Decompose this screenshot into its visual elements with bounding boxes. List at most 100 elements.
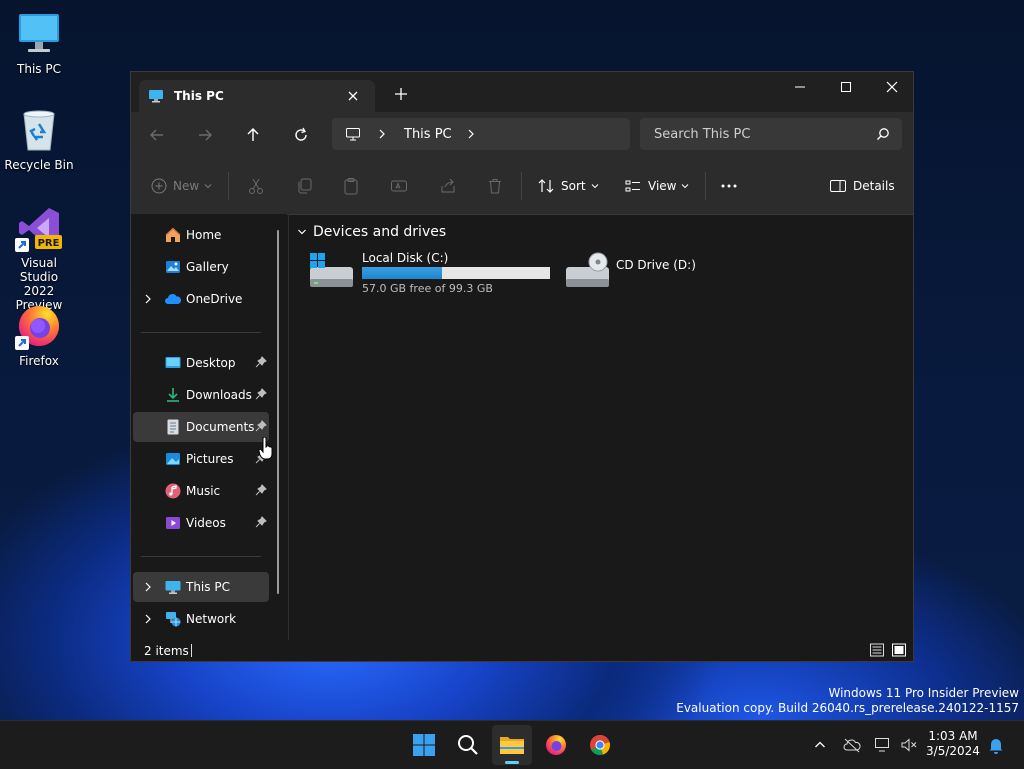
expand-chevron-icon[interactable] [143,581,153,593]
monitor-icon [15,10,63,58]
drive-c-usage-fill [362,267,443,279]
drive-c-name: Local Disk (C:) [362,251,449,265]
taskbar-file-explorer[interactable] [492,725,532,765]
tab-this-pc[interactable]: This PC [139,80,375,112]
sidebar-item-videos[interactable]: Videos [133,508,269,538]
network-tray-button[interactable] [873,735,893,755]
watermark-line2: Evaluation copy. Build 26040.rs_prerelea… [676,701,1019,715]
back-button[interactable] [147,125,167,145]
details-button[interactable]: Details [829,176,895,196]
cut-button[interactable] [247,176,265,196]
breadcrumb-this-pc[interactable]: This PC [404,127,452,142]
sidebar-item-onedrive[interactable]: OneDrive [133,284,269,314]
navigation-bar: This PC [131,112,913,158]
pin-icon[interactable] [255,484,267,496]
sidebar-item-pictures[interactable]: Pictures [133,444,269,474]
network-icon [164,610,182,628]
expand-chevron-icon[interactable] [143,293,153,305]
desktop-icon-this-pc[interactable]: This PC [1,10,77,76]
rename-button[interactable] [390,176,408,196]
sidebar-item-this-pc[interactable]: This PC [133,572,269,602]
rename-icon [391,180,407,192]
sidebar-item-documents[interactable]: Documents [133,412,269,442]
drive-c[interactable]: Local Disk (C:) 57.0 GB free of 99.3 GB [309,250,551,300]
details-view-button[interactable] [869,642,885,658]
up-button[interactable] [243,125,263,145]
sidebar-item-music[interactable]: Music [133,476,269,506]
sidebar-item-gallery[interactable]: Gallery [133,252,269,282]
group-header-label: Devices and drives [313,224,447,240]
maximize-button[interactable] [823,72,869,102]
drive-d[interactable]: CD Drive (D:) [565,250,705,300]
system-clock[interactable]: 1:03 AM 3/5/2024 [922,729,984,759]
music-icon [164,482,182,500]
group-header-devices[interactable]: Devices and drives [297,224,446,240]
breadcrumb-chevron-icon[interactable] [466,128,476,140]
sidebar-item-label: OneDrive [186,292,243,306]
tiles-view-icon [892,643,906,657]
pin-icon[interactable] [255,516,267,528]
hand-cursor-icon [258,437,274,461]
chevron-down-icon [591,184,598,189]
sort-button-label: Sort [561,179,586,193]
network-disconnected-icon [875,738,889,752]
new-button-label: New [173,179,200,193]
folder-icon [500,737,524,754]
minimize-icon [795,86,805,88]
more-options-button[interactable] [720,176,738,196]
onedrive-tray-button[interactable] [842,735,862,755]
volume-tray-button[interactable] [899,735,919,755]
sidebar-item-desktop[interactable]: Desktop [133,348,269,378]
taskbar-firefox[interactable] [536,725,576,765]
copy-button[interactable] [295,176,313,196]
new-tab-icon[interactable] [393,86,409,102]
tiles-view-button[interactable] [891,642,907,658]
navigation-pane: Home Gallery OneDrive Desktop Downloads … [131,214,287,640]
desktop-icon-label: Recycle Bin [4,158,74,172]
notifications-button[interactable] [986,735,1006,755]
show-hidden-icons-button[interactable] [810,735,830,755]
item-count: 2 items [144,644,189,658]
sort-button[interactable]: Sort [537,176,600,196]
pictures-icon [164,450,182,468]
sidebar-item-label: Network [186,612,237,626]
start-button[interactable] [404,725,444,765]
sort-icon [538,179,554,193]
pin-icon[interactable] [255,388,267,400]
pin-icon[interactable] [255,420,267,432]
forward-button[interactable] [195,125,215,145]
sidebar-scrollbar[interactable] [277,230,279,594]
forward-arrow-icon [199,129,212,141]
chevron-down-icon [682,184,689,189]
taskbar-chrome[interactable] [580,725,620,765]
sidebar-item-home[interactable]: Home [133,220,269,250]
expand-chevron-icon[interactable] [143,613,153,625]
desktop-icon-visual-studio[interactable]: PRE Visual Studio 2022 Preview [1,204,77,312]
desktop-icon-label: Firefox [19,354,59,368]
search-input[interactable] [640,118,870,150]
sidebar-item-label: Pictures [186,452,234,466]
search-icon [458,735,478,755]
refresh-button[interactable] [291,125,311,145]
new-button[interactable]: New [151,176,213,196]
minimize-button[interactable] [777,72,823,102]
close-tab-icon[interactable] [345,88,361,104]
pc-icon [148,88,164,104]
share-button[interactable] [439,176,457,196]
evaluation-watermark: Windows 11 Pro Insider Preview Evaluatio… [676,686,1019,716]
sidebar-item-network[interactable]: Network [133,604,269,634]
delete-button[interactable] [486,176,504,196]
desktop-icon-recycle-bin[interactable]: Recycle Bin [1,106,77,172]
address-bar[interactable]: This PC [332,118,630,150]
search-icon[interactable] [876,127,890,141]
close-button[interactable] [869,72,915,102]
home-icon [164,226,182,244]
paste-button[interactable] [342,176,360,196]
pin-icon[interactable] [255,356,267,368]
breadcrumb-chevron-icon [377,128,387,140]
sidebar-item-downloads[interactable]: Downloads [133,380,269,410]
search-button[interactable] [448,725,488,765]
shortcut-arrow-icon [15,336,29,350]
desktop-icon-firefox[interactable]: Firefox [1,302,77,368]
view-button[interactable]: View [624,176,690,196]
